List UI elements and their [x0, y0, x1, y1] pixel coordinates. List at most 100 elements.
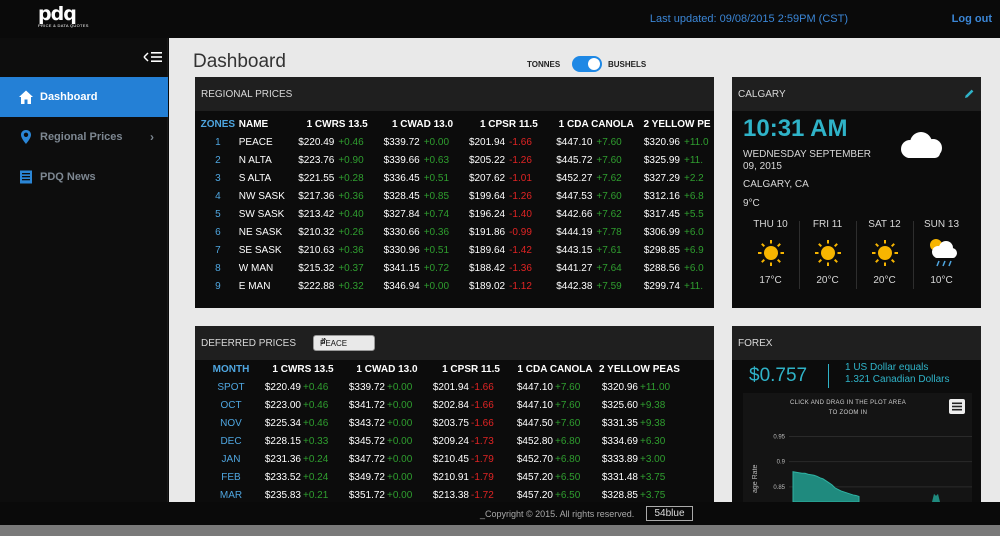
price: $447.10 — [516, 399, 553, 411]
price-change: +7.78 — [596, 226, 622, 238]
table-row[interactable]: 3 S ALTA $221.55 +0.28 $336.45 +0.51 $207.62 -1… — [197, 169, 714, 187]
price: $199.64 — [468, 190, 506, 202]
regional-table-scroll[interactable]: ZONES NAME 1 CWRS 13.5 1 CWAD 13.0 1 CPS… — [195, 111, 714, 308]
table-row[interactable]: 8 W MAN $215.32 +0.37 $341.15 +0.72 $188.42 -1.… — [197, 259, 714, 277]
forex-area-bump — [932, 493, 940, 502]
price: $445.72 — [556, 154, 593, 166]
col-header-cwrs[interactable]: 1 CWRS 13.5 — [261, 360, 345, 378]
table-row[interactable]: 7 SE SASK $210.63 +0.36 $330.96 +0.51 $189.64-… — [197, 241, 714, 259]
price: $228.15 — [264, 435, 301, 447]
price: $189.02 — [468, 280, 506, 292]
sidebar-item-dashboard[interactable]: Dashboard — [0, 77, 168, 117]
price: $334.69 — [601, 435, 638, 447]
price: $317.45 — [643, 208, 680, 220]
col-header-cpsr[interactable]: 1 CPSR 11.5 — [465, 115, 552, 133]
table-row[interactable]: 2 N ALTA $223.76 +0.90 $339.66 +0.63 $205.22 -1… — [197, 151, 714, 169]
price-change: -0.99 — [509, 226, 532, 238]
price-change: +0.51 — [423, 244, 450, 256]
forex-chart[interactable]: CLICK AND DRAG IN THE PLOT AREA TO ZOOM … — [743, 393, 972, 502]
logout-link[interactable]: Log out — [952, 13, 992, 25]
table-row[interactable]: 1 PEACE $220.49 +0.46 $339.72 +0.00 $201.94 -1.… — [197, 133, 714, 151]
price: $345.72 — [348, 435, 385, 447]
price-change: +0.00 — [387, 489, 413, 501]
location-pin-icon — [18, 129, 34, 145]
panel-header: CALGARY — [732, 77, 981, 111]
col-header-cwad[interactable]: 1 CWAD 13.0 — [345, 360, 429, 378]
price: $233.52 — [264, 471, 301, 483]
table-row[interactable]: OCT $223.00 +0.46 $341.72 +0.00 $202.84 -1.66 $… — [201, 396, 682, 414]
col-header-month[interactable]: MONTH — [201, 360, 261, 378]
zone-select[interactable]: PEACE ⇵ — [313, 335, 375, 351]
price: $328.85 — [601, 489, 638, 501]
forecast-temp: 20°C — [816, 275, 839, 286]
price-change: +0.00 — [387, 471, 413, 483]
price-change: +11. — [683, 280, 703, 292]
table-row[interactable]: DEC $228.15 +0.33 $345.72 +0.00 $209.24 -1.73 $… — [201, 432, 682, 450]
col-header-cwad[interactable]: 1 CWAD 13.0 — [380, 115, 465, 133]
col-header-zones[interactable]: ZONES — [197, 115, 239, 133]
select-arrows-icon: ⇵ — [320, 337, 327, 346]
page-title: Dashboard — [193, 51, 286, 72]
price: $443.15 — [556, 244, 593, 256]
table-row[interactable]: SPOT $220.49 +0.46 $339.72 +0.00 $201.94 -1.66… — [201, 378, 682, 396]
table-row[interactable]: FEB $233.52 +0.24 $349.72 +0.00 $210.91 -1.79 $… — [201, 468, 682, 486]
edit-pencil-icon[interactable] — [964, 88, 975, 99]
logo-subtitle: PRICE & DATA QUOTES — [38, 23, 89, 28]
forecast-day-label: SUN 13 — [923, 219, 959, 230]
table-row[interactable]: 4 NW SASK $217.36 +0.36 $328.45 +0.85 $199.64-… — [197, 187, 714, 205]
zone-name: E MAN — [238, 280, 271, 292]
brand-logo[interactable]: 54blue — [646, 506, 693, 521]
col-header-yellow-peas[interactable]: 2 YELLOW PEAS — [597, 360, 682, 378]
sidebar-item-pdq-news[interactable]: PDQ News — [0, 157, 168, 197]
price: $288.56 — [643, 262, 680, 274]
table-row[interactable]: NOV $225.34 +0.46 $343.72 +0.00 $203.75 -1.66 $… — [201, 414, 682, 432]
price: $444.19 — [556, 226, 593, 238]
units-switch[interactable] — [572, 56, 602, 72]
price: $339.72 — [348, 381, 385, 393]
price: $330.96 — [383, 244, 420, 256]
cloudy-icon — [894, 129, 948, 161]
col-header-canola[interactable]: 1 CDA CANOLA — [513, 360, 597, 378]
col-header-cwrs[interactable]: 1 CWRS 13.5 — [294, 115, 379, 133]
month: NOV — [220, 417, 242, 429]
y-tick-label: 0.95 — [773, 434, 785, 440]
month: DEC — [220, 435, 242, 447]
zone-number: 9 — [215, 280, 221, 292]
zone-name: NW SASK — [238, 190, 285, 202]
price-change: -1.12 — [509, 280, 532, 292]
col-header-cpsr[interactable]: 1 CPSR 11.5 — [429, 360, 513, 378]
logo[interactable]: pdq PRICE & DATA QUOTES — [38, 3, 94, 29]
forecast-day-label: THU 10 — [753, 219, 788, 230]
table-row[interactable]: 6 NE SASK $210.32 +0.26 $330.66 +0.36 $191.86-… — [197, 223, 714, 241]
price: $220.49 — [298, 136, 335, 148]
table-row[interactable]: 5 SW SASK $213.42 +0.40 $327.84 +0.74 $196.24-… — [197, 205, 714, 223]
logo-text: pdq — [38, 3, 77, 25]
price: $347.72 — [348, 453, 385, 465]
col-header-name[interactable]: NAME — [239, 115, 295, 133]
zone-number: 8 — [215, 262, 221, 274]
price-change: +2.2 — [683, 172, 704, 184]
local-time: 10:31 AM — [743, 115, 848, 142]
sidebar-item-regional-prices[interactable]: Regional Prices › — [0, 117, 168, 157]
price-change: -1.79 — [471, 453, 494, 465]
price: $328.45 — [383, 190, 420, 202]
price-change: +11. — [683, 154, 703, 166]
price: $210.63 — [298, 244, 335, 256]
panel-header: FOREX — [732, 326, 981, 360]
col-header-canola[interactable]: 1 CDA CANOLA — [552, 115, 640, 133]
price: $203.75 — [432, 417, 469, 429]
table-row[interactable]: JAN $231.36 +0.24 $347.72 +0.00 $210.45 -1.79 $… — [201, 450, 682, 468]
price: $201.94 — [468, 136, 506, 148]
price-change: +7.60 — [555, 417, 581, 429]
col-header-yellow-peas[interactable]: 2 YELLOW PE — [640, 115, 714, 133]
table-row[interactable]: 9 E MAN $222.88 +0.32 $346.94 +0.00 $189.02 -1.… — [197, 277, 714, 295]
price-change: +6.8 — [683, 190, 704, 202]
panel-header: DEFERRED PRICES PEACE ⇵ — [195, 326, 714, 360]
price-change: -1.26 — [509, 154, 532, 166]
deferred-table-scroll[interactable]: MONTH 1 CWRS 13.5 1 CWAD 13.0 1 CPSR 11.… — [195, 360, 714, 502]
table-row[interactable]: MAR $235.83 +0.21 $351.72 +0.00 $213.38 -1.72 $… — [201, 486, 682, 502]
collapse-menu-icon[interactable] — [143, 50, 163, 64]
forecast-temp: 20°C — [873, 275, 896, 286]
forecast-day: SUN 13 10°C — [913, 216, 970, 292]
price-change: +7.61 — [596, 244, 622, 256]
